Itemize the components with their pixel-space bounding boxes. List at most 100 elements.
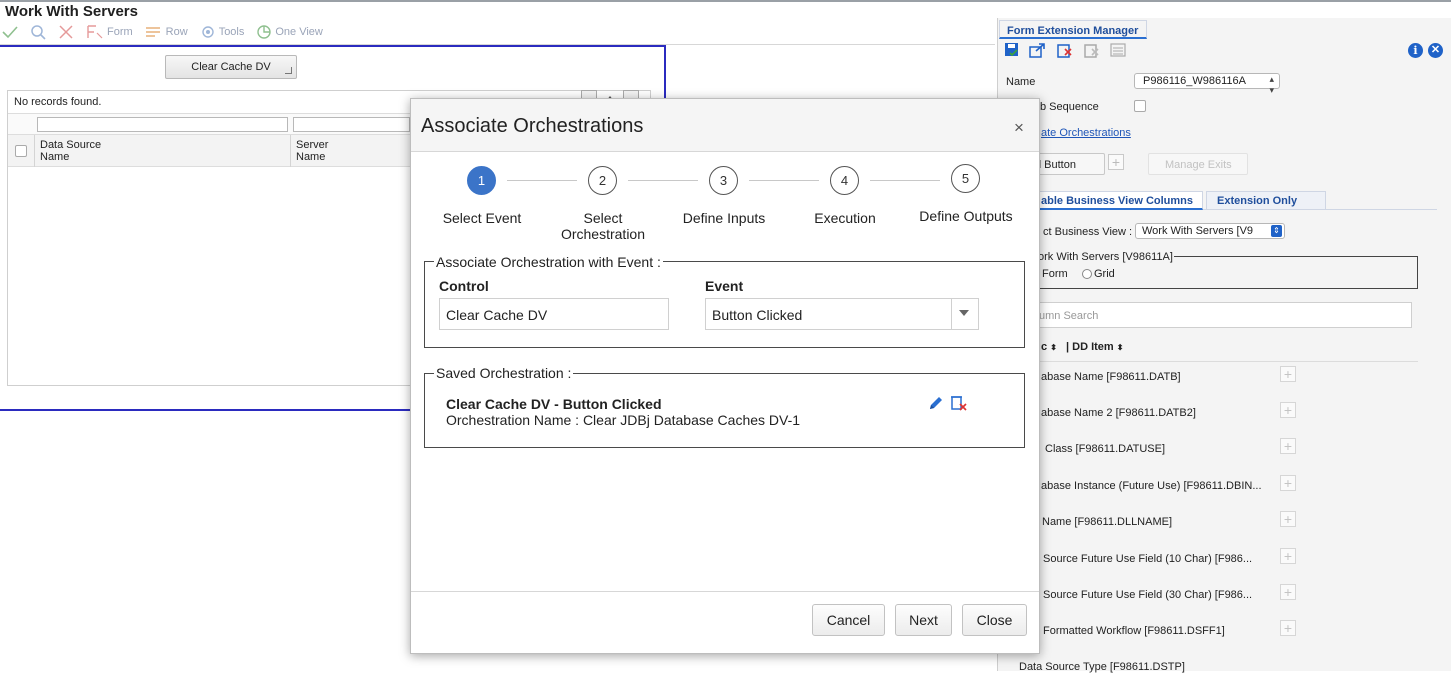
- resize-grip-icon: [285, 67, 292, 74]
- column-header-data-source[interactable]: Data Source Name: [40, 139, 160, 163]
- control-label: Control: [439, 278, 489, 294]
- chart-pie-icon: [257, 25, 272, 39]
- tab-extension-only[interactable]: Extension Only: [1206, 191, 1326, 210]
- filter-data-source-input[interactable]: [37, 117, 288, 132]
- column-header-description-label: c: [1041, 341, 1048, 353]
- dialog-close-icon[interactable]: ×: [1014, 118, 1024, 138]
- dd-item-row: Source Future Use Field (10 Char) [F986.…: [1030, 547, 1418, 583]
- add-column-icon[interactable]: +: [1280, 584, 1296, 600]
- pencil-icon[interactable]: [927, 395, 944, 412]
- step-3-circle[interactable]: 3: [709, 166, 738, 195]
- step-2-label: Select Orchestration: [560, 210, 646, 242]
- search-icon: [31, 25, 46, 40]
- associate-event-legend: Associate Orchestration with Event :: [434, 254, 663, 270]
- one-view-menu-label: One View: [275, 26, 323, 38]
- dialog-title: Associate Orchestrations: [421, 115, 644, 137]
- dd-item-row: abase Name 2 [F98611.DATB2] +: [1030, 401, 1418, 437]
- tab-form-extension-manager[interactable]: Form Extension Manager: [999, 20, 1147, 39]
- close-button[interactable]: Close: [962, 604, 1027, 636]
- saved-orchestration-name: Orchestration Name : Clear JDBj Database…: [446, 412, 801, 428]
- column-search-input[interactable]: umn Search: [1030, 302, 1412, 328]
- window-top-border: [0, 0, 1451, 2]
- close-icon[interactable]: ✕: [1428, 43, 1443, 58]
- radio-grid[interactable]: [1082, 269, 1092, 279]
- app-title: Work With Servers: [5, 3, 138, 20]
- add-column-icon[interactable]: +: [1280, 366, 1296, 382]
- radio-form-label[interactable]: Form: [1042, 268, 1068, 280]
- saved-orchestration-title: Clear Cache DV - Button Clicked: [446, 396, 662, 412]
- form-menu-label: Form: [107, 26, 133, 38]
- ok-button[interactable]: [2, 25, 18, 39]
- tab-available-bv-columns[interactable]: able Business View Columns: [1030, 191, 1203, 210]
- form-icon: [87, 25, 103, 39]
- dd-item-row: Name [F98611.DLLNAME] +: [1030, 510, 1418, 546]
- dd-item-row: abase Name [F98611.DATB] +: [1030, 365, 1418, 401]
- one-view-menu[interactable]: One View: [256, 24, 323, 40]
- clear-cache-dv-button[interactable]: Clear Cache DV: [165, 55, 297, 79]
- filter-server-name-input[interactable]: [293, 117, 410, 132]
- dd-item-text: Name [F98611.DLLNAME]: [1042, 516, 1173, 528]
- fieldset-legend: ork With Servers [V98611A]: [1037, 251, 1174, 263]
- step-connector: [507, 180, 577, 181]
- select-all-checkbox[interactable]: [15, 145, 27, 157]
- dd-item-row: Formatted Workflow [F98611.DSFF1] +: [1030, 619, 1418, 655]
- delete-icon[interactable]: [950, 395, 969, 412]
- form-menu[interactable]: Form: [86, 24, 133, 40]
- dd-item-text: abase Name [F98611.DATB]: [1041, 371, 1181, 383]
- add-column-icon[interactable]: +: [1280, 402, 1296, 418]
- delete-disabled-icon: [1084, 44, 1099, 58]
- dd-item-row: Data Source Type [F98611.DSTP]: [1019, 655, 1418, 673]
- event-select[interactable]: Button Clicked: [705, 298, 979, 330]
- next-button[interactable]: Next: [895, 604, 952, 636]
- chevron-down-icon[interactable]: [959, 310, 969, 316]
- add-column-icon[interactable]: +: [1280, 511, 1296, 527]
- save-icon[interactable]: [1004, 42, 1020, 58]
- column-header-dd-item-label: | DD Item: [1066, 341, 1114, 353]
- share-icon[interactable]: [1029, 42, 1047, 58]
- form-toolbar: Form Row Tools One View: [0, 22, 700, 42]
- column-header-dd-item[interactable]: | DD Item ⬍: [1066, 341, 1123, 353]
- cancel-button[interactable]: Cancel: [812, 604, 885, 636]
- row-menu[interactable]: Row: [145, 24, 188, 40]
- step-connector: [628, 180, 698, 181]
- business-view-value: Work With Servers [V9: [1142, 225, 1254, 237]
- column-header-server-name[interactable]: Server Name: [296, 139, 416, 163]
- select-divider: [951, 299, 952, 329]
- step-connector: [870, 180, 940, 181]
- add-icon: +: [1108, 154, 1124, 170]
- add-button[interactable]: d Button: [1030, 153, 1105, 175]
- clear-cache-dv-button-label: Clear Cache DV: [191, 61, 271, 73]
- business-view-select[interactable]: Work With Servers [V9 ⇕: [1135, 223, 1285, 239]
- event-label: Event: [705, 278, 744, 294]
- add-column-icon[interactable]: +: [1280, 438, 1296, 454]
- control-field[interactable]: Clear Cache DV: [439, 298, 669, 330]
- dd-item-row: Class [F98611.DATUSE] +: [1030, 437, 1418, 473]
- cancel-toolbar-button[interactable]: [58, 24, 74, 40]
- tools-menu-label: Tools: [218, 26, 245, 38]
- step-connector: [749, 180, 819, 181]
- column-header-description[interactable]: c ⬍: [1041, 341, 1057, 353]
- add-column-icon[interactable]: +: [1280, 548, 1296, 564]
- column-divider: [34, 135, 35, 167]
- find-button[interactable]: [30, 24, 46, 40]
- info-icon[interactable]: i: [1408, 43, 1423, 58]
- step-2-circle[interactable]: 2: [588, 166, 617, 195]
- tools-menu[interactable]: Tools: [200, 24, 245, 40]
- add-column-icon[interactable]: +: [1280, 620, 1296, 636]
- delete-icon[interactable]: [1056, 42, 1074, 58]
- step-5-circle[interactable]: 5: [951, 164, 980, 193]
- fem-name-value: P986116_W986116A: [1143, 75, 1246, 87]
- tab-sequence-checkbox[interactable]: [1134, 100, 1146, 112]
- dd-item-text: abase Instance (Future Use) [F98611.DBIN…: [1041, 480, 1262, 492]
- dd-item-text: abase Name 2 [F98611.DATB2]: [1041, 407, 1196, 419]
- associate-orchestrations-link[interactable]: ate Orchestrations: [1041, 127, 1131, 139]
- updown-icon: ⇕: [1271, 225, 1282, 237]
- step-4-circle[interactable]: 4: [830, 166, 859, 195]
- fem-name-select[interactable]: P986116_W986116A ▴ ▾: [1134, 73, 1280, 95]
- step-4-label: Execution: [814, 210, 876, 226]
- step-1-circle[interactable]: 1: [467, 166, 496, 195]
- dd-item-text: Data Source Type [F98611.DSTP]: [1019, 661, 1185, 673]
- add-column-icon[interactable]: +: [1280, 475, 1296, 491]
- radio-grid-label[interactable]: Grid: [1094, 268, 1115, 280]
- dd-item-text: Source Future Use Field (30 Char) [F986.…: [1043, 589, 1253, 601]
